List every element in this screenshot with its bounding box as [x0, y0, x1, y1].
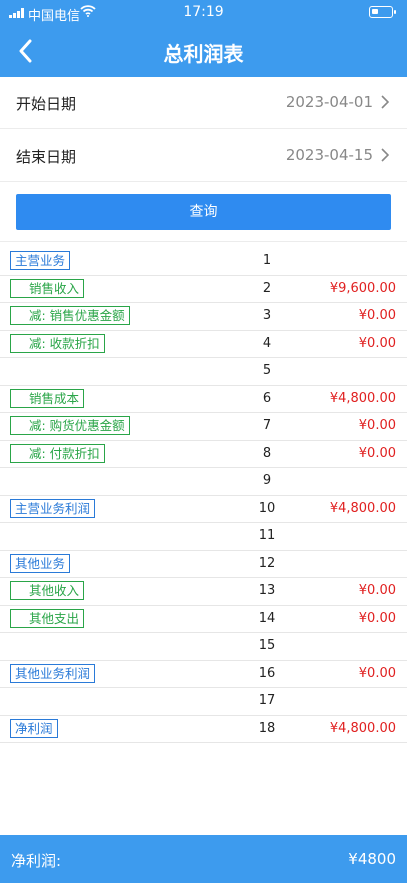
row-item-tag: 减: 销售优惠金额 [10, 306, 130, 325]
row-item-tag: 减: 购货优惠金额 [10, 416, 130, 435]
row-number: 6 [262, 390, 272, 406]
row-number: 18 [258, 720, 276, 736]
table-row: 11 [0, 523, 407, 551]
row-number: 11 [258, 528, 276, 543]
status-bar: 中国电信 17:19 [0, 0, 407, 26]
divider [0, 241, 407, 242]
row-amount: ¥4,800.00 [329, 500, 396, 516]
table-row: 15 [0, 633, 407, 661]
battery-icon [369, 6, 396, 18]
start-date-row[interactable]: 开始日期 2023-04-01 [0, 77, 407, 129]
profit-table: 主营业务 1 销售收入 2 ¥9,600.00 减: 销售优惠金额 3 ¥0.00 减: 收款折… [0, 248, 407, 743]
end-date-row[interactable]: 结束日期 2023-04-15 [0, 130, 407, 182]
nav-bar: 总利润表 [0, 26, 407, 77]
table-row: 减: 付款折扣 8 ¥0.00 [0, 441, 407, 468]
chevron-right-icon [381, 95, 389, 109]
query-button[interactable]: 查询 [16, 194, 391, 230]
net-profit-label: 净利润: [11, 852, 62, 870]
row-amount: ¥4,800.00 [329, 390, 396, 406]
row-number: 15 [258, 638, 276, 653]
table-row: 主营业务 1 [0, 248, 407, 276]
row-number: 1 [262, 253, 272, 268]
row-amount: ¥0.00 [358, 610, 396, 626]
table-row: 其他业务利润 16 ¥0.00 [0, 661, 407, 688]
row-amount: ¥0.00 [358, 308, 396, 323]
row-amount: ¥4,800.00 [329, 720, 396, 736]
table-row: 净利润 18 ¥4,800.00 [0, 716, 407, 743]
footer-bar: 净利润: ¥4800 [0, 835, 407, 883]
row-number: 9 [262, 473, 272, 488]
status-time: 17:19 [183, 4, 224, 20]
row-item-tag: 销售收入 [10, 278, 85, 298]
row-amount: ¥0.00 [358, 445, 396, 461]
row-item-tag: 减: 收款折扣 [10, 333, 105, 353]
table-row: 销售收入 2 ¥9,600.00 [0, 276, 407, 303]
end-date-value: 2023-04-15 [285, 146, 373, 164]
row-number: 3 [262, 308, 272, 323]
row-item-tag: 主营业务利润 [10, 498, 96, 518]
row-item-tag: 其他业务 [10, 553, 71, 573]
table-row: 减: 销售优惠金额 3 ¥0.00 [0, 303, 407, 331]
net-profit-value: ¥4800 [348, 850, 396, 868]
row-item-tag: 销售成本 [10, 388, 85, 408]
table-row: 主营业务利润 10 ¥4,800.00 [0, 496, 407, 523]
start-date-label: 开始日期 [16, 95, 77, 113]
row-number: 17 [258, 693, 276, 708]
row-number: 7 [262, 418, 272, 433]
row-amount: ¥9,600.00 [329, 280, 396, 296]
row-amount: ¥0.00 [358, 335, 396, 351]
row-item-tag: 减: 付款折扣 [10, 443, 105, 463]
row-number: 13 [258, 583, 276, 598]
row-item-tag: 其他支出 [10, 608, 85, 628]
row-item-tag: 其他业务利润 [10, 663, 96, 683]
chevron-right-icon [381, 148, 389, 162]
row-number: 14 [258, 610, 276, 626]
row-item-tag: 其他收入 [10, 581, 85, 600]
table-row: 减: 购货优惠金额 7 ¥0.00 [0, 413, 407, 441]
start-date-value: 2023-04-01 [285, 93, 373, 111]
table-row: 减: 收款折扣 4 ¥0.00 [0, 331, 407, 358]
table-row: 9 [0, 468, 407, 496]
page-title: 总利润表 [163, 42, 244, 66]
row-number: 4 [262, 335, 272, 351]
row-number: 8 [262, 445, 272, 461]
row-number: 10 [258, 500, 276, 516]
row-number: 12 [258, 555, 276, 571]
table-row: 其他支出 14 ¥0.00 [0, 606, 407, 633]
row-amount: ¥0.00 [358, 665, 396, 681]
table-row: 其他收入 13 ¥0.00 [0, 578, 407, 606]
table-row: 其他业务 12 [0, 551, 407, 578]
row-number: 16 [258, 665, 276, 681]
table-row: 17 [0, 688, 407, 716]
row-amount: ¥0.00 [358, 583, 396, 598]
row-number: 5 [262, 363, 272, 378]
row-amount: ¥0.00 [358, 418, 396, 433]
end-date-label: 结束日期 [16, 148, 77, 166]
row-item-tag: 主营业务 [10, 251, 71, 270]
row-item-tag: 净利润 [10, 718, 58, 738]
table-row: 5 [0, 358, 407, 386]
table-row: 销售成本 6 ¥4,800.00 [0, 386, 407, 413]
row-number: 2 [262, 280, 272, 296]
